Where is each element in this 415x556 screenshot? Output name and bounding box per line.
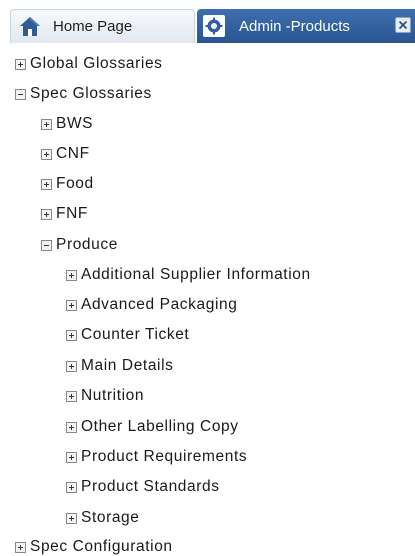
tree-node-nutrition[interactable]: Nutrition [66,381,144,411]
tree-node-fnf[interactable]: FNF [41,199,88,229]
expand-icon[interactable] [15,541,26,553]
expand-icon[interactable] [41,148,52,160]
tree-node-other-labelling-copy[interactable]: Other Labelling Copy [66,412,239,442]
expand-icon[interactable] [66,360,77,372]
collapse-icon[interactable] [41,239,52,251]
tree-node-counter-ticket[interactable]: Counter Ticket [66,320,189,350]
tree-node-label: Additional Supplier Information [81,266,311,283]
tree-node-product-standards[interactable]: Product Standards [66,472,220,502]
expand-icon[interactable] [66,451,77,463]
expand-icon[interactable] [66,299,77,311]
tree-node-spec-configuration[interactable]: Spec Configuration [15,532,173,556]
tree-node-label: Product Requirements [81,448,248,465]
tab-bar: Home Page Admin -Products [0,0,415,46]
expand-icon[interactable] [66,481,77,493]
tree-node-label: Spec Glossaries [30,85,152,102]
collapse-icon[interactable] [15,88,26,100]
tree-node-label: Other Labelling Copy [81,418,239,435]
expand-icon[interactable] [66,390,77,402]
tree-node-label: Advanced Packaging [81,296,238,313]
expand-icon[interactable] [66,421,77,433]
tree-node-label: BWS [56,115,94,132]
tab-admin-products[interactable]: Admin -Products [197,9,415,43]
tree-node-label: FNF [56,205,88,222]
tree-node-label: Main Details [81,357,174,374]
tree-node-food[interactable]: Food [41,169,94,199]
gear-icon [203,15,225,37]
tree-node-label: Nutrition [81,387,145,404]
expand-icon[interactable] [66,512,77,524]
tree-node-produce[interactable]: Produce [41,230,118,260]
tree-node-label: Spec Configuration [30,538,173,555]
tree-node-storage[interactable]: Storage [66,503,140,533]
glossary-tree: Global Glossaries Spec Glossaries BWS CN… [0,48,415,556]
tree-node-advanced-packaging[interactable]: Advanced Packaging [66,290,237,320]
expand-icon[interactable] [41,118,52,130]
tree-node-label: CNF [56,145,90,162]
expand-icon[interactable] [41,208,52,220]
tree-node-bws[interactable]: BWS [41,109,93,139]
tree-node-label: Product Standards [81,478,220,495]
tree-node-global-glossaries[interactable]: Global Glossaries [15,49,163,79]
home-icon [17,14,43,40]
tree-node-spec-glossaries[interactable]: Spec Glossaries [15,79,152,109]
tree-node-additional-supplier-information[interactable]: Additional Supplier Information [66,260,311,290]
expand-icon[interactable] [41,178,52,190]
tab-home-page-label: Home Page [53,18,133,35]
tab-home-page[interactable]: Home Page [10,9,195,43]
tree-node-main-details[interactable]: Main Details [66,351,173,381]
expand-icon[interactable] [66,329,77,341]
tree-node-label: Storage [81,509,140,526]
tree-node-label: Food [56,175,94,192]
tab-admin-products-label: Admin -Products [239,17,350,35]
expand-icon[interactable] [15,58,26,70]
close-icon[interactable] [395,17,411,33]
tree-node-label: Produce [56,236,118,253]
expand-icon[interactable] [66,269,77,281]
tree-node-label: Counter Ticket [81,326,190,343]
tree-node-label: Global Glossaries [30,55,163,72]
tree-node-product-requirements[interactable]: Product Requirements [66,442,247,472]
tree-node-cnf[interactable]: CNF [41,139,90,169]
